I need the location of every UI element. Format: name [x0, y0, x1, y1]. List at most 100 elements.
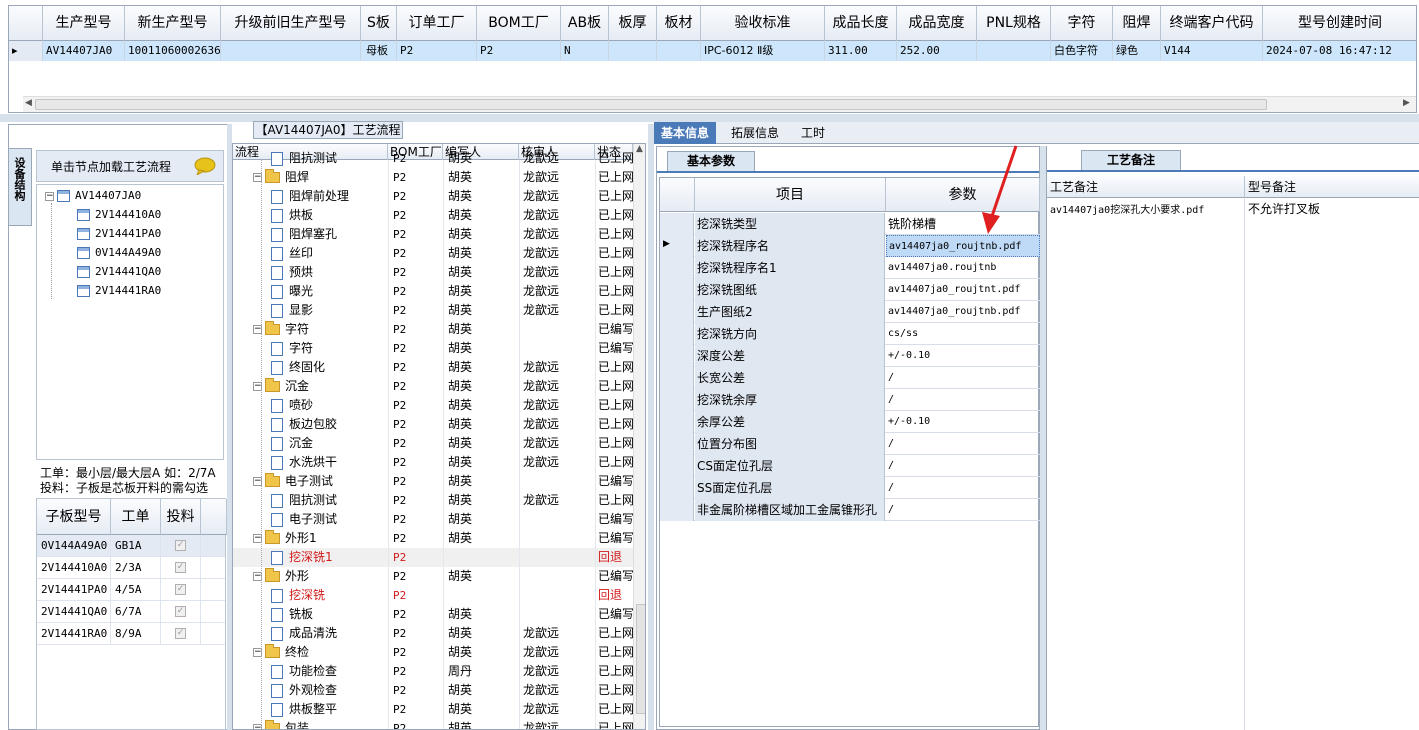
param-item-cell[interactable]: 挖深铣程序名1: [695, 257, 885, 279]
bom-factory-cell[interactable]: P2: [393, 567, 443, 586]
sub-model-cell[interactable]: 2V14441RA0: [37, 623, 111, 645]
row-selector[interactable]: [660, 367, 694, 389]
row-selector[interactable]: [660, 345, 694, 367]
feeding-cell[interactable]: ✓: [161, 535, 201, 557]
row-selector[interactable]: [660, 411, 694, 433]
bom-factory-cell[interactable]: P2: [393, 662, 443, 681]
reviewer-cell[interactable]: [523, 548, 593, 567]
cell-0[interactable]: AV14407JA0: [43, 41, 125, 61]
param-value-cell[interactable]: cs/ss: [886, 323, 1040, 345]
param-item-cell[interactable]: 挖深铣程序名: [695, 235, 885, 257]
flow-row[interactable]: 沉金 P2 胡英 龙歆远 已上网: [233, 434, 633, 453]
param-row[interactable]: 挖深铣方向 cs/ss: [660, 323, 1040, 345]
feeding-checkbox[interactable]: ✓: [175, 606, 186, 617]
status-cell[interactable]: 已上网: [598, 377, 633, 396]
row-selector[interactable]: [660, 433, 694, 455]
bom-factory-cell[interactable]: P2: [393, 149, 443, 168]
bom-factory-cell[interactable]: P2: [393, 491, 443, 510]
writer-cell[interactable]: [448, 548, 518, 567]
bom-factory-cell[interactable]: P2: [393, 605, 443, 624]
reviewer-cell[interactable]: 龙歆远: [523, 681, 593, 700]
row-selector[interactable]: [660, 213, 694, 235]
writer-cell[interactable]: 胡英: [448, 510, 518, 529]
flow-row[interactable]: 电子测试 P2 胡英 已编写: [233, 510, 633, 529]
col-feeding[interactable]: 投料: [161, 499, 201, 535]
status-cell[interactable]: 已编写: [598, 510, 633, 529]
bom-factory-cell[interactable]: P2: [393, 510, 443, 529]
writer-cell[interactable]: 胡英: [448, 624, 518, 643]
status-cell[interactable]: 已上网: [598, 700, 633, 719]
reviewer-cell[interactable]: 龙歆远: [523, 491, 593, 510]
cell-9[interactable]: IPC-6012 Ⅱ级: [701, 41, 825, 61]
flow-step-cell[interactable]: − 沉金: [253, 377, 388, 396]
comment-bubble-icon[interactable]: [194, 157, 216, 175]
bom-factory-cell[interactable]: P2: [393, 377, 443, 396]
param-row[interactable]: 长宽公差 /: [660, 367, 1040, 389]
flow-row[interactable]: 烘板整平 P2 胡英 龙歆远 已上网: [233, 700, 633, 719]
bom-factory-cell[interactable]: P2: [393, 206, 443, 225]
sub-board-row[interactable]: 0V144A49A0 GB1A ✓: [37, 535, 225, 557]
status-cell[interactable]: 已上网: [598, 396, 633, 415]
col-process-note[interactable]: 工艺备注: [1047, 176, 1245, 198]
col-header-5[interactable]: BOM工厂: [477, 6, 561, 41]
flow-step-cell[interactable]: − 字符: [253, 320, 388, 339]
status-cell[interactable]: 已上网: [598, 662, 633, 681]
tree-child-node[interactable]: 2V14441QA0: [77, 263, 161, 281]
row-selector[interactable]: [660, 279, 694, 301]
row-selector[interactable]: [660, 499, 694, 521]
writer-cell[interactable]: 胡英: [448, 643, 518, 662]
flow-row[interactable]: 水洗烘干 P2 胡英 龙歆远 已上网: [233, 453, 633, 472]
flow-row[interactable]: − 终检 P2 胡英 龙歆远 已上网: [233, 643, 633, 662]
flow-row[interactable]: 丝印 P2 胡英 龙歆远 已上网: [233, 244, 633, 263]
status-cell[interactable]: 已编写: [598, 320, 633, 339]
flow-row[interactable]: 显影 P2 胡英 龙歆远 已上网: [233, 301, 633, 320]
feeding-cell[interactable]: ✓: [161, 601, 201, 623]
param-item-cell[interactable]: 挖深铣类型: [695, 213, 885, 235]
status-cell[interactable]: 已上网: [598, 624, 633, 643]
flow-row[interactable]: 喷砂 P2 胡英 龙歆远 已上网: [233, 396, 633, 415]
workorder-cell[interactable]: 6/7A: [111, 601, 161, 623]
flow-step-cell[interactable]: 烘板: [271, 206, 388, 225]
reviewer-cell[interactable]: 龙歆远: [523, 301, 593, 320]
param-item-cell[interactable]: 挖深铣方向: [695, 323, 885, 345]
cell-2[interactable]: [221, 41, 361, 61]
param-row[interactable]: 余厚公差 +/-0.10: [660, 411, 1040, 433]
flow-step-cell[interactable]: 阻焊塞孔: [271, 225, 388, 244]
flow-row[interactable]: − 电子测试 P2 胡英 已编写: [233, 472, 633, 491]
workorder-cell[interactable]: 2/3A: [111, 557, 161, 579]
writer-cell[interactable]: 胡英: [448, 206, 518, 225]
feeding-cell[interactable]: ✓: [161, 557, 201, 579]
flow-row[interactable]: − 沉金 P2 胡英 龙歆远 已上网: [233, 377, 633, 396]
col-header-6[interactable]: AB板: [561, 6, 609, 41]
col-model-note[interactable]: 型号备注: [1245, 176, 1419, 198]
reviewer-cell[interactable]: 龙歆远: [523, 434, 593, 453]
status-cell[interactable]: 已上网: [598, 244, 633, 263]
sub-model-cell[interactable]: 0V144A49A0: [37, 535, 111, 557]
writer-cell[interactable]: 胡英: [448, 472, 518, 491]
flow-step-cell[interactable]: 水洗烘干: [271, 453, 388, 472]
row-selector[interactable]: [660, 257, 694, 279]
sub-board-row[interactable]: 2V14441RA0 8/9A ✓: [37, 623, 225, 645]
flow-row[interactable]: 终固化 P2 胡英 龙歆远 已上网: [233, 358, 633, 377]
reviewer-cell[interactable]: [523, 529, 593, 548]
status-cell[interactable]: 已编写: [598, 529, 633, 548]
col-item[interactable]: 项目: [695, 178, 886, 212]
flow-row[interactable]: 烘板 P2 胡英 龙歆远 已上网: [233, 206, 633, 225]
param-row[interactable]: 位置分布图 /: [660, 433, 1040, 455]
model-note-value[interactable]: 不允许打叉板: [1248, 200, 1320, 217]
reviewer-cell[interactable]: [523, 472, 593, 491]
param-value-cell[interactable]: /: [886, 499, 1040, 521]
col-header-10[interactable]: 成品长度: [825, 6, 897, 41]
col-header-16[interactable]: 型号创建时间: [1263, 6, 1416, 41]
flow-row[interactable]: 板边包胶 P2 胡英 龙歆远 已上网: [233, 415, 633, 434]
flow-row[interactable]: 铣板 P2 胡英 已编写: [233, 605, 633, 624]
flow-row[interactable]: − 外形 P2 胡英 已编写: [233, 567, 633, 586]
flow-step-cell[interactable]: 板边包胶: [271, 415, 388, 434]
process-note-value[interactable]: av14407ja0挖深孔大小要求.pdf: [1050, 201, 1204, 216]
col-workorder[interactable]: 工单: [111, 499, 161, 535]
flow-step-cell[interactable]: 挖深铣: [271, 586, 388, 605]
reviewer-cell[interactable]: 龙歆远: [523, 206, 593, 225]
tab-extended-info[interactable]: 拓展信息: [724, 122, 786, 144]
flow-step-cell[interactable]: 阻焊前处理: [271, 187, 388, 206]
param-item-cell[interactable]: SS面定位孔层: [695, 477, 885, 499]
